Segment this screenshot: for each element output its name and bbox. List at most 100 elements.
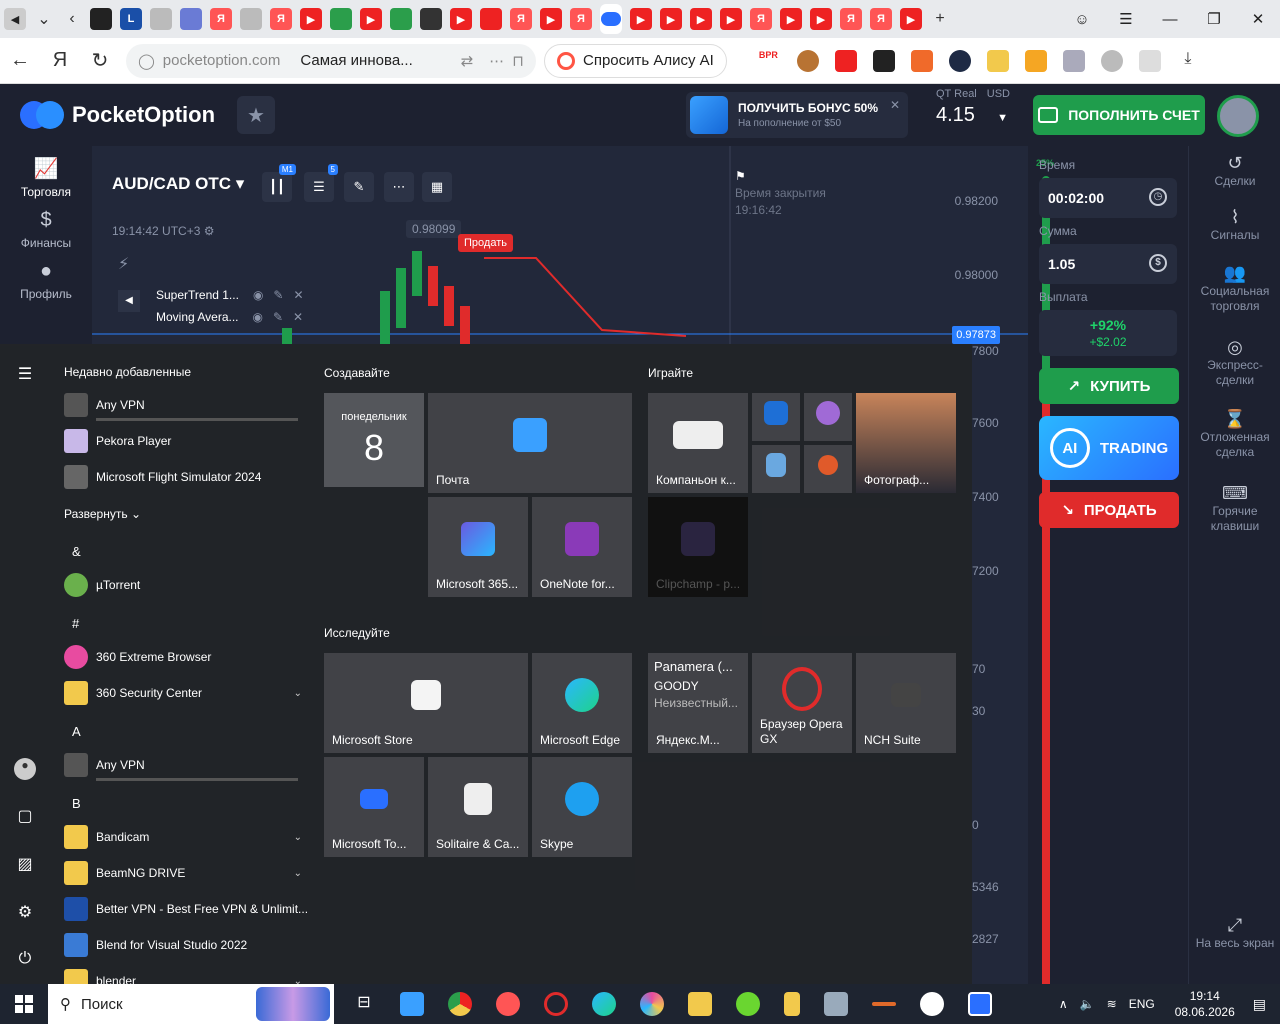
- asset-selector[interactable]: AUD/CAD OTC ▾: [112, 174, 244, 194]
- yandex-icon[interactable]: [920, 992, 944, 1016]
- start-button[interactable]: [0, 984, 48, 1024]
- tab-youtube[interactable]: ▶: [660, 8, 682, 30]
- tab-youtube[interactable]: ▶: [810, 8, 832, 30]
- tile-console-companion[interactable]: Компаньон к...: [648, 393, 748, 493]
- drawing-button[interactable]: ✎: [344, 172, 374, 202]
- indicator-moving-average[interactable]: Moving Avera... ◉ ✎ ✕: [156, 310, 303, 324]
- app-item[interactable]: 360 Extreme Browser: [64, 639, 310, 675]
- user-icon[interactable]: ●: [14, 758, 36, 780]
- globe-ext-icon[interactable]: [1100, 49, 1123, 72]
- yandex-browser-icon[interactable]: [496, 992, 520, 1016]
- eye-icon[interactable]: ◉: [253, 310, 263, 324]
- bpr-ext-icon[interactable]: BPR: [758, 49, 781, 72]
- back-arrow-icon[interactable]: ←: [0, 49, 40, 72]
- tile-store[interactable]: Microsoft Store: [324, 653, 528, 753]
- flash-icon[interactable]: ⚡: [118, 254, 129, 274]
- letter-header[interactable]: A: [72, 724, 81, 739]
- letter-header[interactable]: &: [72, 544, 81, 559]
- explorer-icon[interactable]: [688, 992, 712, 1016]
- tile-calendar[interactable]: понедельник 8: [324, 393, 424, 487]
- avatar[interactable]: [1217, 95, 1259, 137]
- tabs-back-icon[interactable]: ‹: [58, 10, 86, 28]
- minimize-icon[interactable]: —: [1148, 11, 1192, 28]
- nav-express[interactable]: ◎ Экспресс-сделки: [1189, 338, 1280, 388]
- app-item[interactable]: Better VPN - Best Free VPN & Unlimit...: [64, 891, 310, 927]
- translate-icon[interactable]: ⇄: [461, 52, 474, 70]
- group-play[interactable]: Играйте: [648, 366, 693, 380]
- tile-maps[interactable]: [804, 445, 852, 493]
- more-button[interactable]: ⋯: [384, 172, 414, 202]
- tile-movies[interactable]: [752, 393, 800, 441]
- tab-youtube[interactable]: ▶: [690, 8, 712, 30]
- more-icon[interactable]: ⋯: [489, 52, 504, 70]
- opera-taskbar-icon[interactable]: [544, 992, 568, 1016]
- close-icon[interactable]: ✕: [1236, 10, 1280, 28]
- tab-green[interactable]: [330, 8, 352, 30]
- tab-doc2[interactable]: [240, 8, 262, 30]
- restore-icon[interactable]: ❐: [1192, 10, 1236, 28]
- tile-m365[interactable]: Microsoft 365...: [428, 497, 528, 597]
- tab-red[interactable]: [480, 8, 502, 30]
- tab-github[interactable]: [90, 8, 112, 30]
- tab-green[interactable]: [390, 8, 412, 30]
- app-folder[interactable]: Bandicam ⌄: [64, 819, 310, 855]
- tab-youtube[interactable]: ▶: [780, 8, 802, 30]
- taskbar-search[interactable]: ⚲ Поиск: [48, 984, 334, 1024]
- chevron-up-icon[interactable]: ∧: [1059, 997, 1068, 1011]
- tile-skype[interactable]: Skype: [532, 757, 632, 857]
- green-plus-icon[interactable]: [736, 992, 760, 1016]
- gear-icon[interactable]: ⚙: [204, 224, 215, 238]
- notifications-icon[interactable]: ▤: [1253, 996, 1266, 1013]
- price-chart[interactable]: AUD/CAD OTC ▾ ┃┃ M1 ☰ 5 ✎ ⋯ ▦ 19:14:42 UTC…: [92, 146, 1028, 344]
- nav-social[interactable]: 👥 Социальная торговля: [1189, 264, 1280, 314]
- language-indicator[interactable]: ENG: [1129, 997, 1155, 1011]
- tab-pocketoption-active[interactable]: [600, 4, 622, 34]
- nav-fullscreen[interactable]: ⤢ На весь экран: [1189, 916, 1280, 951]
- group-create[interactable]: Создавайте: [324, 366, 390, 380]
- po-logo[interactable]: PocketOption: [20, 99, 215, 131]
- nav-pending[interactable]: ⌛ Отложенная сделка: [1189, 410, 1280, 460]
- tile-clipchamp[interactable]: Clipchamp - р...: [648, 497, 748, 597]
- ai-trading-button[interactable]: AI TRADING: [1039, 416, 1179, 480]
- eye-icon[interactable]: ◉: [253, 288, 263, 302]
- hamburger-icon[interactable]: ☰: [14, 364, 36, 386]
- close-icon[interactable]: ✕: [890, 98, 900, 112]
- app-folder[interactable]: 360 Security Center ⌄: [64, 675, 310, 711]
- tab-youtube[interactable]: ▶: [720, 8, 742, 30]
- reload-icon[interactable]: ↻: [80, 48, 120, 73]
- tab-yandex[interactable]: Я: [840, 8, 862, 30]
- red-ext-icon[interactable]: [834, 49, 857, 72]
- topup-button[interactable]: ПОПОЛНИТЬ СЧЕТ: [1033, 95, 1205, 135]
- bookmark-icon[interactable]: ⊓: [512, 52, 524, 70]
- app-item[interactable]: µTorrent: [64, 567, 310, 603]
- tab-youtube[interactable]: ▶: [540, 8, 562, 30]
- indicator-supertrend[interactable]: SuperTrend 1... ◉ ✎ ✕: [156, 288, 304, 302]
- dash-app-icon[interactable]: [872, 1002, 896, 1006]
- ask-alice-button[interactable]: Спросить Алису AI: [544, 43, 727, 78]
- tab-doc[interactable]: [150, 8, 172, 30]
- close-icon[interactable]: ✕: [293, 288, 303, 302]
- task-view-icon[interactable]: ⊟: [352, 992, 376, 1016]
- tab-youtube[interactable]: ▶: [300, 8, 322, 30]
- app-item[interactable]: Blend for Visual Studio 2022: [64, 927, 310, 963]
- clock[interactable]: 19:14 08.06.2026: [1175, 988, 1235, 1020]
- buy-button[interactable]: ↗ КУПИТЬ: [1039, 368, 1179, 404]
- amount-field[interactable]: 1.05 $: [1039, 244, 1177, 284]
- shield-ext-icon[interactable]: [1062, 49, 1085, 72]
- tab-youtube[interactable]: ▶: [450, 8, 472, 30]
- image-app-icon[interactable]: [824, 992, 848, 1016]
- orange-ext-icon[interactable]: [910, 49, 933, 72]
- app-folder[interactable]: BeamNG DRIVE ⌄: [64, 855, 310, 891]
- nav-signals[interactable]: ⌇ Сигналы: [1189, 208, 1280, 243]
- account-selector[interactable]: QT Real USD 4.15 ▼: [936, 88, 1020, 127]
- yandex-logo-icon[interactable]: Я: [40, 49, 80, 72]
- tile-photos[interactable]: Фотограф...: [856, 393, 956, 493]
- tile-media-player[interactable]: [804, 393, 852, 441]
- tab-tiktok[interactable]: [420, 8, 442, 30]
- nav-trades[interactable]: ↺ Сделки: [1189, 154, 1280, 189]
- letter-header[interactable]: B: [72, 796, 81, 811]
- expiry-time-field[interactable]: 00:02:00 ◷: [1039, 178, 1177, 218]
- tab-yandex[interactable]: Я: [210, 8, 232, 30]
- speaker-icon[interactable]: ◀: [4, 8, 26, 30]
- r-ext-icon[interactable]: [948, 49, 971, 72]
